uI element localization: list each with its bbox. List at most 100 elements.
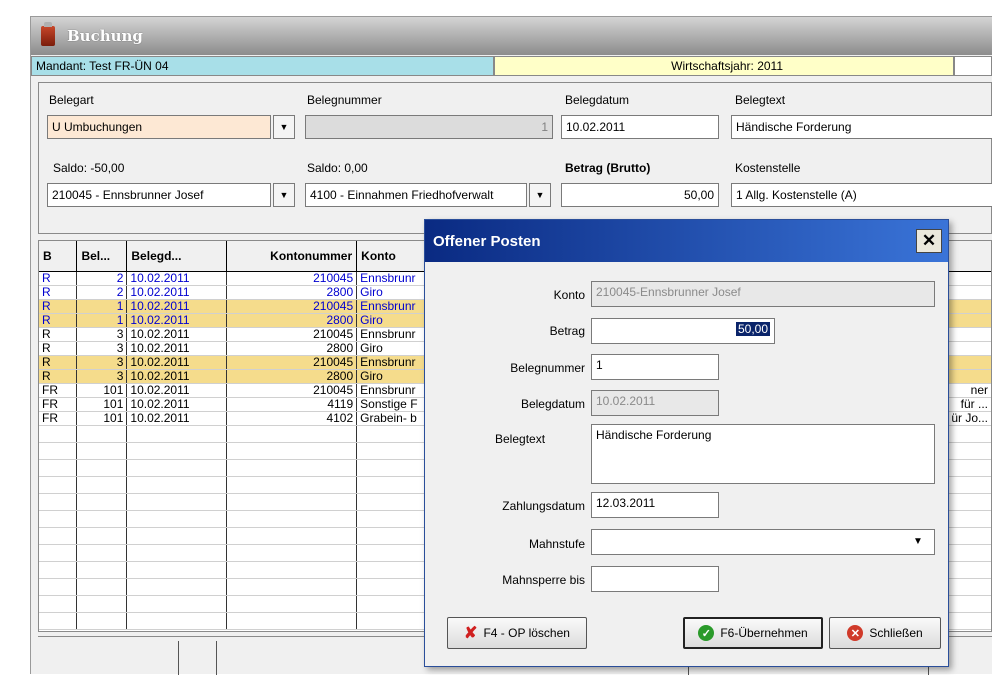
table-cell: R — [39, 313, 78, 328]
window-title: Buchung — [67, 27, 143, 45]
table-cell: 10.02.2011 — [126, 285, 228, 300]
empty-cell — [226, 459, 358, 477]
konto2-select[interactable]: 4100 - Einnahmen Friedhofverwalt — [305, 183, 527, 207]
column-header[interactable]: Belegd... — [126, 241, 228, 272]
table-cell: R — [39, 341, 78, 356]
table-cell: Ennsbrunr — [356, 383, 428, 398]
empty-cell — [76, 442, 128, 460]
table-cell: Grabein- b — [356, 411, 428, 426]
empty-cell — [76, 510, 128, 528]
betrag-field[interactable]: 50,00 — [561, 183, 719, 207]
table-cell: 210045 — [226, 383, 358, 398]
empty-cell — [226, 510, 358, 528]
check-icon: ✓ — [698, 625, 715, 641]
table-cell: 2 — [76, 285, 128, 300]
schliessen-button[interactable]: ✕ Schließen — [829, 617, 941, 649]
table-cell: R — [39, 369, 78, 384]
dialog-title: Offener Posten — [433, 233, 541, 250]
empty-cell — [126, 527, 228, 545]
belegnummer-field[interactable]: 1 — [305, 115, 553, 139]
empty-cell — [356, 425, 428, 443]
belegtext-label: Belegtext — [735, 93, 786, 107]
chevron-down-icon[interactable]: ▼ — [913, 536, 923, 547]
empty-cell — [39, 442, 78, 460]
delete-x-icon: ✘ — [464, 625, 478, 642]
belegtext-field[interactable]: Händische Forderung — [731, 115, 992, 139]
empty-cell — [126, 442, 228, 460]
dialog-konto-field[interactable]: 210045-Ennsbrunner Josef — [591, 281, 935, 307]
empty-cell — [226, 493, 358, 511]
table-cell: Ennsbrunr — [356, 327, 428, 342]
empty-cell — [39, 459, 78, 477]
empty-cell — [126, 459, 228, 477]
window-titlebar[interactable]: Buchung — [31, 17, 992, 55]
column-header[interactable]: B — [39, 241, 78, 272]
table-cell: 4119 — [226, 397, 358, 412]
empty-cell — [76, 527, 128, 545]
empty-cell — [39, 527, 78, 545]
table-cell: 210045 — [226, 299, 358, 314]
op-loeschen-button[interactable]: ✘ F4 - OP löschen — [447, 617, 587, 649]
empty-cell — [39, 510, 78, 528]
table-cell: 3 — [76, 355, 128, 370]
empty-cell — [226, 612, 358, 630]
column-header[interactable]: Kontonummer — [226, 241, 358, 272]
table-cell: Sonstige F — [356, 397, 428, 412]
empty-cell — [356, 459, 428, 477]
dialog-zahlungsdatum-field[interactable]: 12.03.2011 — [591, 492, 719, 518]
table-cell: 3 — [76, 327, 128, 342]
table-cell: 3 — [76, 341, 128, 356]
empty-cell — [39, 544, 78, 562]
empty-cell — [126, 493, 228, 511]
dialog-mahnsperre-label: Mahnsperre bis — [502, 573, 585, 587]
empty-cell — [126, 510, 228, 528]
empty-cell — [126, 578, 228, 596]
chevron-down-icon: ▼ — [279, 190, 289, 200]
table-cell: Ennsbrunr — [356, 299, 428, 314]
table-cell: 210045 — [226, 327, 358, 342]
close-icon[interactable]: ✕ — [916, 229, 942, 253]
table-cell: R — [39, 285, 78, 300]
belegart-dropdown-button[interactable]: ▼ — [273, 115, 295, 139]
empty-cell — [356, 442, 428, 460]
table-cell: R — [39, 355, 78, 370]
table-cell: Ennsbrunr — [356, 271, 428, 286]
empty-cell — [356, 595, 428, 613]
kostenstelle-field[interactable]: 1 Allg. Kostenstelle (A) — [731, 183, 992, 207]
uebernehmen-button[interactable]: ✓ F6-Übernehmen — [683, 617, 823, 649]
close-circle-icon: ✕ — [847, 625, 864, 641]
dialog-belegdatum-field[interactable]: 10.02.2011 — [591, 390, 719, 416]
table-cell: 10.02.2011 — [126, 271, 228, 286]
dialog-belegnummer-field[interactable]: 1 — [591, 354, 719, 380]
konto1-select[interactable]: 210045 - Ennsbrunner Josef — [47, 183, 271, 207]
dialog-mahnsperre-field[interactable] — [591, 566, 719, 592]
table-cell: FR — [39, 411, 78, 426]
dialog-zahlungsdatum-label: Zahlungsdatum — [502, 499, 585, 513]
dialog-mahnstufe-select[interactable] — [591, 529, 935, 555]
belegdatum-field[interactable]: 10.02.2011 — [561, 115, 719, 139]
konto1-dropdown-button[interactable]: ▼ — [273, 183, 295, 207]
saldo1-label: Saldo: -50,00 — [53, 161, 125, 175]
empty-cell — [39, 493, 78, 511]
empty-cell — [76, 476, 128, 494]
column-header[interactable]: Bel... — [76, 241, 128, 272]
dialog-titlebar[interactable]: Offener Posten — [425, 220, 948, 262]
table-cell: Giro — [356, 285, 428, 300]
empty-cell — [226, 425, 358, 443]
belegart-select[interactable]: U Umbuchungen — [47, 115, 271, 139]
empty-cell — [76, 459, 128, 477]
table-cell: FR — [39, 383, 78, 398]
table-cell: 10.02.2011 — [126, 327, 228, 342]
empty-cell — [226, 442, 358, 460]
dialog-betrag-field[interactable]: 50,00 — [591, 318, 775, 344]
empty-cell — [39, 476, 78, 494]
mandant-label: Mandant: Test FR-ÜN 04 — [31, 56, 494, 76]
column-header[interactable]: Konto — [356, 241, 428, 272]
table-cell: Giro — [356, 369, 428, 384]
empty-cell — [226, 561, 358, 579]
empty-cell — [126, 595, 228, 613]
konto2-dropdown-button[interactable]: ▼ — [529, 183, 551, 207]
kostenstelle-label: Kostenstelle — [735, 161, 801, 175]
divider — [216, 641, 217, 675]
dialog-belegtext-field[interactable]: Händische Forderung — [591, 424, 935, 484]
